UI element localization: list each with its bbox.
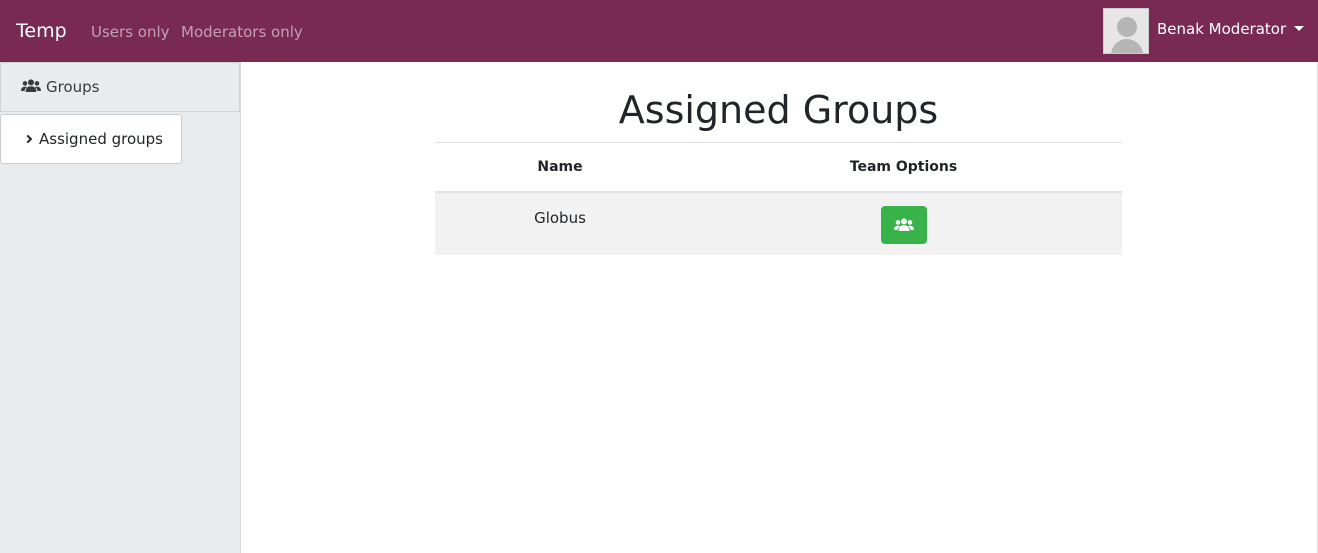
user-name: Benak Moderator (1157, 20, 1287, 38)
chevron-right-icon (23, 134, 33, 143)
page-title: Assigned Groups (618, 88, 939, 132)
caret-down-icon (1294, 25, 1305, 31)
nav-link-moderators-only[interactable]: Moderators only (181, 22, 303, 42)
users-icon (893, 217, 914, 231)
sidebar-header-groups[interactable]: Groups (0, 62, 240, 112)
column-header-team-options: Team Options (685, 142, 1122, 193)
table-header-row: Name Team Options (435, 142, 1122, 193)
group-name-cell: Globus (534, 208, 586, 227)
team-options-cell (685, 192, 1122, 255)
user-menu-dropdown[interactable]: Benak Moderator (1103, 8, 1305, 54)
column-header-name: Name (435, 142, 685, 193)
top-navbar: Temp Users only Moderators only Benak Mo… (0, 0, 1318, 62)
team-options-button[interactable] (880, 205, 927, 244)
groups-table-wrapper: Name Team Options Globus (435, 142, 1122, 255)
sidebar-item-assigned-groups[interactable]: Assigned groups (0, 114, 182, 164)
main-content: Assigned Groups Name Team Options Globus (241, 62, 1318, 553)
sidebar: Groups Assigned groups (0, 62, 241, 553)
groups-table: Name Team Options Globus (435, 142, 1122, 255)
users-icon (21, 78, 41, 96)
sidebar-item-label: Assigned groups (39, 130, 163, 148)
avatar (1103, 8, 1149, 54)
sidebar-header-label: Groups (46, 78, 100, 96)
brand-link[interactable]: Temp (16, 19, 67, 43)
table-row: Globus (435, 191, 1122, 255)
nav-link-users-only[interactable]: Users only (91, 22, 170, 42)
